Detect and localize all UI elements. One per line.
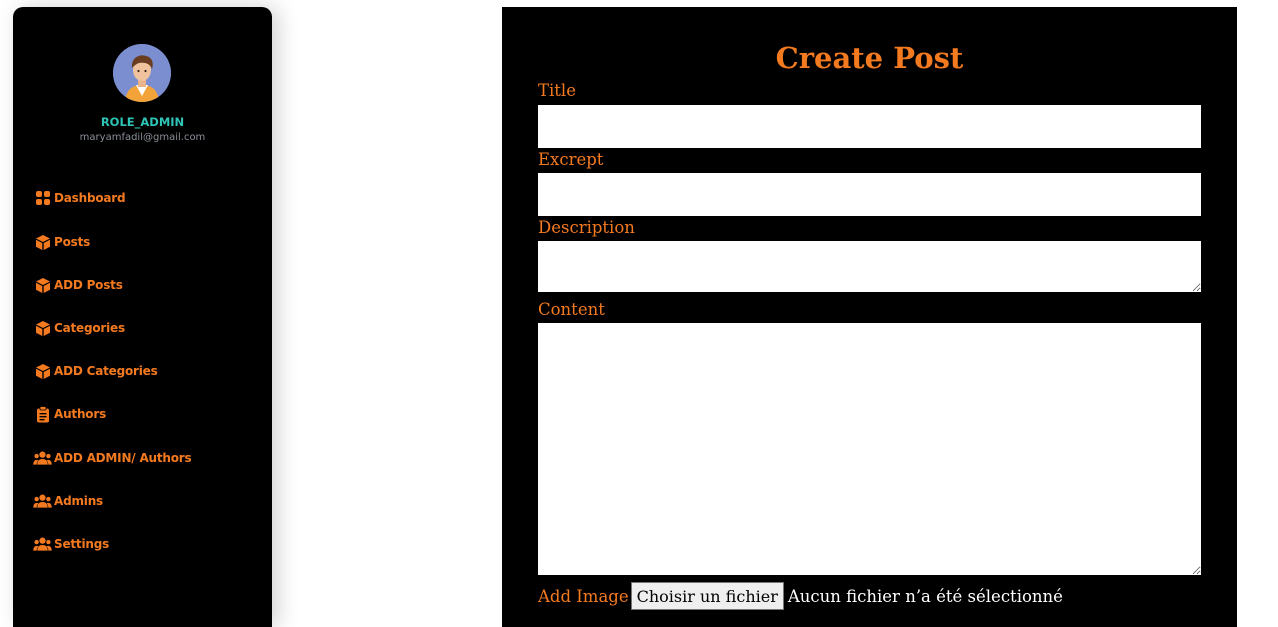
content-label: Content	[538, 300, 605, 319]
sidebar-item-label: Dashboard	[54, 191, 126, 205]
sidebar-item-label: ADD ADMIN/ Authors	[54, 451, 192, 465]
cube-icon	[33, 319, 52, 337]
title-label: Title	[538, 81, 576, 100]
sidebar-item-categories[interactable]: Categories	[33, 317, 125, 339]
sidebar-item-add-categories[interactable]: ADD Categories	[33, 360, 158, 382]
sidebar-item-label: Authors	[54, 407, 107, 421]
sidebar-item-add-posts[interactable]: ADD Posts	[33, 274, 123, 296]
file-status-text: Aucun fichier n’a été sélectionné	[787, 586, 1063, 606]
users-icon	[33, 492, 52, 510]
excerpt-input[interactable]	[538, 173, 1201, 216]
content-textarea[interactable]	[538, 323, 1201, 575]
user-email: maryamfadil@gmail.com	[79, 132, 206, 143]
grid-icon	[33, 189, 52, 207]
page-title: Create Post	[775, 41, 964, 75]
user-role: ROLE_ADMIN	[100, 115, 185, 129]
cube-icon	[33, 233, 52, 251]
users-icon	[33, 449, 52, 467]
title-input[interactable]	[538, 105, 1201, 148]
sidebar-item-admins[interactable]: Admins	[33, 490, 103, 512]
sidebar-item-label: Categories	[54, 321, 125, 335]
sidebar-item-add-admin-authors[interactable]: ADD ADMIN/ Authors	[33, 447, 192, 469]
clipboard-icon	[33, 405, 52, 423]
create-post-form: Create Post Title Excrept Description Co…	[502, 7, 1237, 627]
sidebar-item-label: Posts	[54, 235, 91, 249]
choose-file-button[interactable]: Choisir un fichier	[630, 582, 784, 610]
sidebar-item-posts[interactable]: Posts	[33, 231, 90, 253]
sidebar-item-label: Settings	[54, 537, 110, 551]
excerpt-label: Excrept	[538, 150, 604, 169]
sidebar-item-authors[interactable]: Authors	[33, 403, 106, 425]
image-upload-row: Add Image Choisir un fichier Aucun fichi…	[538, 581, 1063, 611]
users-icon	[33, 535, 52, 553]
sidebar-item-settings[interactable]: Settings	[33, 533, 109, 555]
cube-icon	[33, 362, 52, 380]
add-image-label: Add Image	[538, 586, 629, 606]
description-label: Description	[538, 218, 635, 237]
sidebar: ROLE_ADMIN maryamfadil@gmail.com Dashboa…	[13, 7, 272, 627]
cube-icon	[33, 276, 52, 294]
sidebar-item-dashboard[interactable]: Dashboard	[33, 187, 126, 209]
sidebar-item-label: Admins	[54, 494, 103, 508]
sidebar-item-label: ADD Posts	[54, 278, 123, 292]
sidebar-item-label: ADD Categories	[54, 364, 158, 378]
description-textarea[interactable]	[538, 241, 1201, 292]
avatar	[113, 44, 171, 102]
